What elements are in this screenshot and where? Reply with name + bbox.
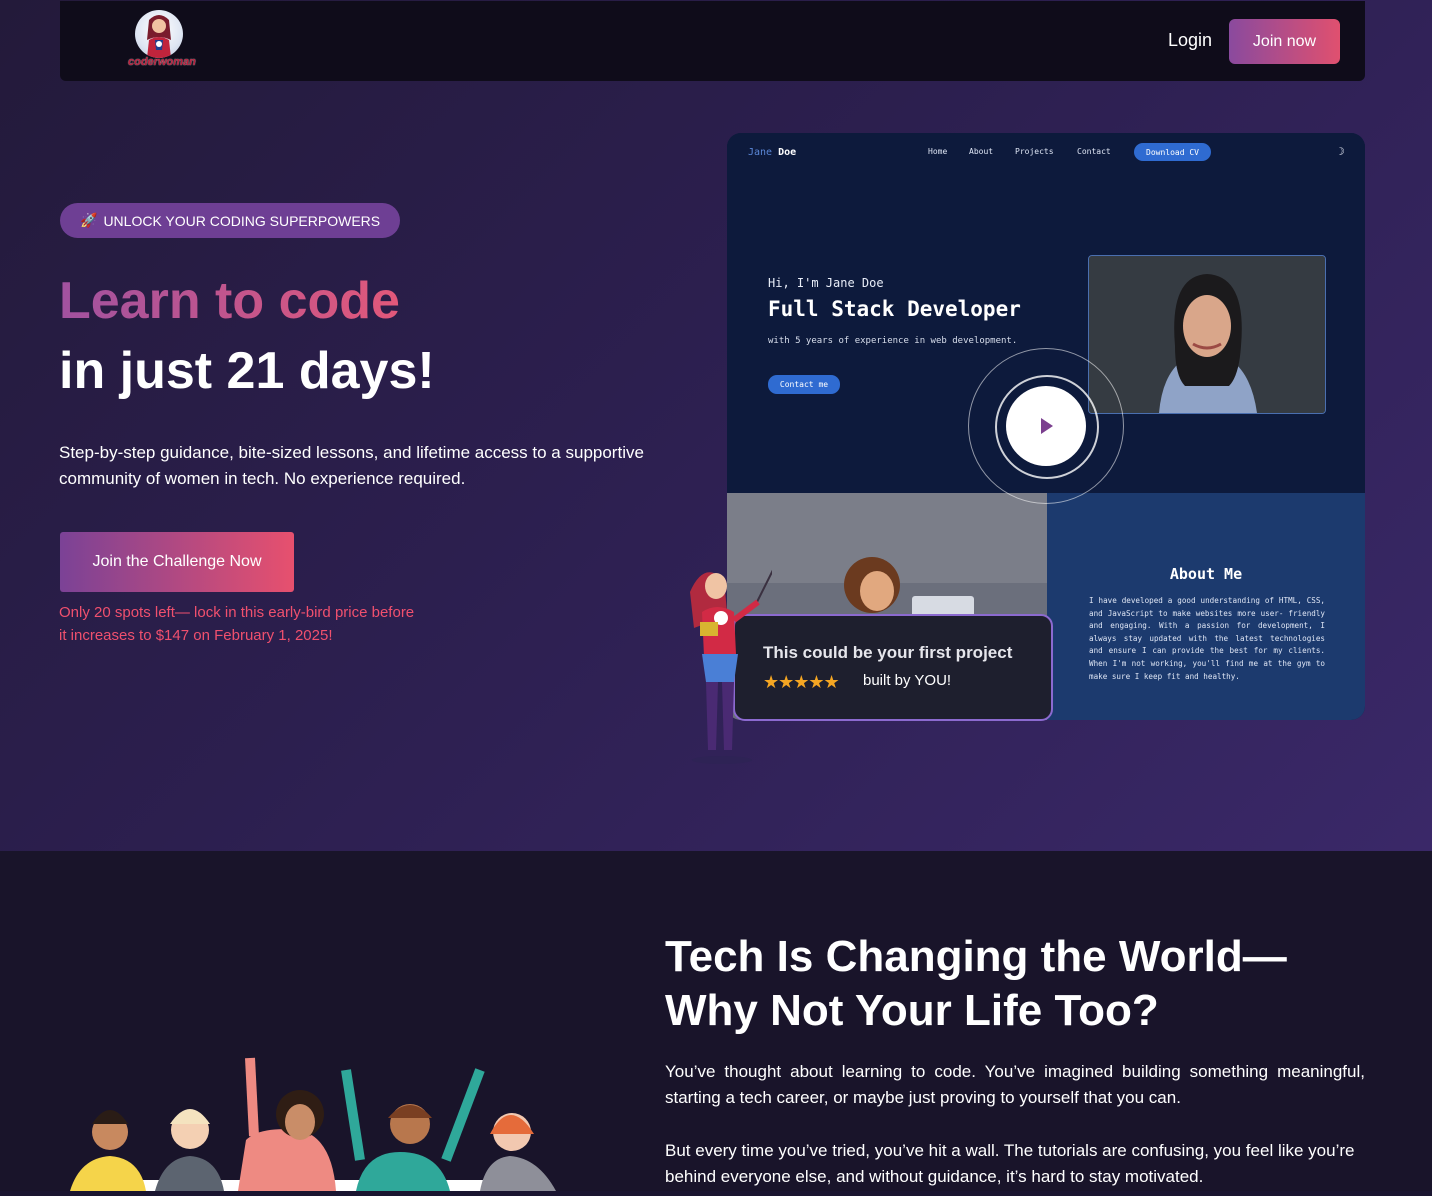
star-rating-icon: ★★★★★	[763, 672, 840, 692]
eyebrow-badge: 🚀 UNLOCK YOUR CODING SUPERPOWERS	[60, 203, 401, 238]
project-card-subtitle: built by YOU!	[863, 672, 952, 689]
join-challenge-button[interactable]: Join the Challenge Now	[60, 532, 294, 592]
section-paragraph-1: You’ve thought about learning to code. Y…	[665, 1062, 1365, 1107]
section-title-line-2: Why Not Your Life Too?	[665, 986, 1159, 1035]
hero-headline: in just 21 days!	[59, 342, 435, 400]
logo-heroine-icon	[135, 10, 183, 58]
eyebrow-label: UNLOCK YOUR CODING SUPERPOWERS	[103, 212, 381, 229]
mockup-nav-home: Home	[928, 147, 948, 156]
first-project-card: This could be your first project ★★★★★ b…	[733, 614, 1053, 721]
project-card-title: This could be your first project	[763, 643, 1013, 662]
rocket-icon: 🚀	[80, 212, 98, 228]
mockup-greeting: Hi, I'm Jane Doe	[768, 276, 884, 290]
hero-headline-gradient: Learn to code	[59, 268, 400, 334]
play-icon	[1041, 418, 1053, 434]
mockup-nav-projects: Projects	[1015, 147, 1054, 156]
join-now-button[interactable]: Join now	[1229, 19, 1340, 64]
mockup-nav-contact: Contact	[1077, 147, 1111, 156]
login-link[interactable]: Login	[1168, 30, 1212, 51]
logo-wordmark: coderwoman	[128, 56, 196, 68]
cheering-women-illustration	[60, 1040, 580, 1191]
section-title: Tech Is Changing the World— Why Not Your…	[665, 930, 1365, 1038]
section-title-line-1: Tech Is Changing the World—	[665, 932, 1287, 981]
mockup-portrait-photo	[1088, 255, 1326, 414]
mockup-brand-first: Jane	[748, 147, 773, 158]
section-paragraph-2: But every time you’ve tried, you’ve hit …	[665, 1141, 1355, 1186]
coderwoman-logo[interactable]: coderwoman	[128, 8, 196, 72]
mockup-about-title: About Me	[1169, 565, 1243, 583]
mockup-about-text: I have developed a good understanding of…	[1089, 596, 1325, 681]
mockup-about-panel: About Me I have developed a good underst…	[1047, 493, 1365, 720]
urgency-note: Only 20 spots left— lock in this early-b…	[59, 604, 415, 644]
hero-description: Step-by-step guidance, bite-sized lesson…	[59, 443, 644, 488]
mockup-brand: Jane Doe	[748, 147, 796, 158]
mockup-role: Full Stack Developer	[768, 297, 1021, 321]
mockup-nav-about: About	[969, 147, 994, 156]
moon-icon: ☽	[1335, 146, 1345, 158]
mockup-brand-last: Doe	[778, 147, 797, 158]
play-video-button[interactable]	[1006, 386, 1086, 466]
mockup-download-cv-button: Download CV	[1134, 143, 1211, 161]
mockup-contact-button: Contact me	[768, 375, 840, 394]
mockup-experience: with 5 years of experience in web develo…	[768, 336, 1018, 346]
coder-woman-mascot-illustration	[672, 562, 777, 767]
